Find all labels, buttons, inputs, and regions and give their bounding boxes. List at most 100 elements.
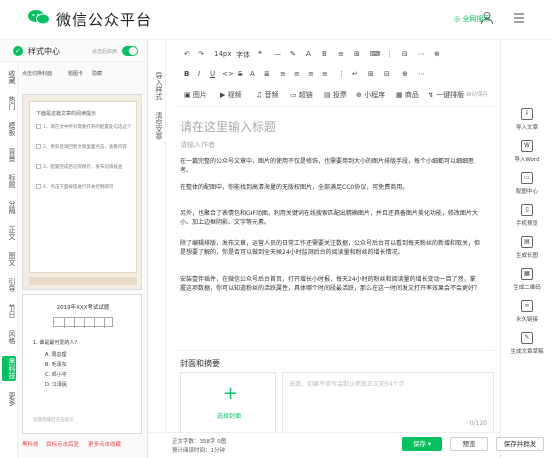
style-center-header: ✓ 样式中心 点击后启用 — [0, 40, 148, 62]
long-image-button[interactable]: ▤ 生成长图 — [501, 236, 552, 259]
tab-more[interactable]: 更多 — [2, 392, 16, 406]
quote-icon[interactable]: ❝ — [258, 50, 262, 58]
article-title-input[interactable]: 请在这里输入标题 — [180, 118, 276, 135]
line-height-icon[interactable]: ⋮ — [338, 70, 345, 78]
footer-link[interactable]: 目标点击后显 — [46, 440, 79, 448]
tab-holidays[interactable]: 节日 — [2, 304, 16, 318]
template-card-exam[interactable]: 2019年XXX考试试题 1. 谁是最可爱的人? A. 周总理 B. 毛泽东 C… — [22, 294, 142, 434]
author-input[interactable]: 请输入作者 — [180, 140, 215, 150]
user-icon[interactable] — [480, 11, 494, 25]
preview-button[interactable]: 预览 — [450, 437, 488, 451]
table-icon[interactable]: ⊞ — [354, 50, 360, 58]
permanent-link-button[interactable]: ∞ 永久链接 — [501, 300, 552, 323]
insert-video-button[interactable]: ▶ 视频 — [220, 90, 242, 100]
bold-style-icon[interactable]: B — [322, 50, 327, 58]
insert-product-button[interactable]: ▦ 商品 — [396, 90, 419, 100]
table-insert-icon[interactable]: ⊞ — [368, 70, 374, 78]
import-word-button[interactable]: W 导入Word — [501, 140, 552, 163]
insert-audio-button[interactable]: ♫ 音频 — [256, 90, 279, 100]
insert-vote-button[interactable]: ▤ 投票 — [324, 90, 347, 100]
body-paragraph[interactable]: 除了编辑排版，发布文章，运营人员的日常工作还需要关注数据，公众号后台可以看到每天… — [180, 240, 480, 257]
paragraph-icon[interactable]: ↵ — [352, 70, 358, 78]
tab-templates[interactable]: 模板 — [2, 122, 16, 136]
image-center-button[interactable]: ▭ 配图中心 — [501, 172, 552, 195]
insert-more-icon[interactable]: ⊕ — [402, 70, 408, 78]
tab-black-tech[interactable]: 黑科技 — [2, 356, 16, 381]
insert-image-button[interactable]: ▣ 图片 — [184, 90, 207, 100]
bold-icon[interactable]: B — [184, 70, 189, 78]
tab-titles[interactable]: 标题 — [2, 174, 16, 188]
enable-toggle[interactable] — [122, 46, 138, 56]
sub-tab-cover[interactable]: 点击切换封面 — [22, 70, 52, 77]
sub-tab-title-card[interactable]: 题图卡 — [68, 70, 83, 77]
clear-article-button[interactable]: 清空文章 — [151, 112, 163, 140]
tab-popular[interactable]: 热门 — [2, 96, 16, 110]
font-color-icon[interactable]: A — [306, 50, 311, 58]
tab-image-text[interactable]: 图文 — [2, 252, 16, 266]
body-paragraph[interactable]: 在一篇完整的公众号文章中，图片的使用不仅是修饰，也需要用到大小的图片排版手段，每… — [180, 158, 480, 175]
body-paragraph[interactable]: 安装壹伴插件，在微信公众号后台首页，打开增长小时报，每天24小时的粉丝和阅读量的… — [180, 276, 480, 293]
sub-tab-hide[interactable]: 隐藏 — [92, 70, 102, 77]
code-icon[interactable]: ⌨ — [370, 50, 380, 58]
tab-dividers[interactable]: 分隔 — [2, 200, 16, 214]
save-and-send-button[interactable]: 保存并群发 — [496, 437, 544, 451]
cover-section-title: 封面和摘要 — [180, 359, 220, 368]
tab-favorites[interactable]: 收藏 — [2, 70, 16, 84]
undo-icon[interactable]: ↶ — [184, 50, 190, 58]
mobile-preview-button[interactable]: ▯ 手机预览 — [501, 204, 552, 227]
template-item: 1、请在文中所有需要打开的配置处勾选这个 — [36, 124, 132, 131]
tab-body[interactable]: 正文 — [2, 226, 16, 240]
list-icon[interactable]: ⋮ — [386, 50, 393, 58]
tab-backgrounds[interactable]: 背景 — [2, 148, 16, 162]
align-icon[interactable]: ≡ — [338, 50, 344, 58]
tab-styles[interactable]: 风格 — [2, 330, 16, 344]
justify-icon[interactable]: ≡ — [322, 70, 328, 78]
more-icon[interactable]: ⋯ — [418, 50, 425, 58]
format-brush-icon[interactable]: ✎ — [290, 50, 296, 58]
font-size-select[interactable]: 14px — [214, 50, 232, 58]
insert-miniprogram-button[interactable]: ⊕ 小程序 — [356, 90, 385, 100]
tab-guide[interactable]: 引导 — [2, 278, 16, 292]
template-card-reading-tips[interactable]: 下面是这篇文章的阅读提示 1、请在文中所有需要打开的配置处勾选这个 2、更新后请… — [22, 94, 142, 290]
italic-icon[interactable]: I — [198, 70, 200, 78]
template-item: 4、点击下面按钮进行开关控制即可 — [36, 184, 132, 191]
insert-icon[interactable]: ⊕ — [434, 50, 440, 58]
footer-link[interactable]: 更多点击收藏 — [88, 440, 121, 448]
qrcode-icon: ▦ — [521, 268, 533, 280]
overflow-icon[interactable]: ⋯ — [418, 70, 425, 78]
autosave-status: 自动保存 — [466, 92, 489, 98]
align-right-icon[interactable]: ≡ — [308, 70, 314, 78]
wechat-logo-icon — [28, 10, 50, 25]
import-article-button[interactable]: ⇩ 导入文章 — [501, 108, 552, 131]
background-color-icon[interactable]: ≣ — [264, 70, 270, 78]
body-paragraph[interactable]: 在整体的配图中，你能找到高清海量的无版权图片，全部满足CC0协议，可免费商用。 — [180, 184, 480, 193]
menu-icon[interactable] — [512, 11, 526, 25]
body-paragraph[interactable]: 另外，也聚合了表情包和GIF动图，利用关键词在线搜索匹配出精确图片，并且还具备图… — [180, 210, 480, 227]
qrcode-button[interactable]: ▦ 生成二维码 — [501, 268, 552, 291]
code-inline-icon[interactable]: <> — [222, 70, 234, 78]
redo-icon[interactable]: ↷ — [198, 50, 204, 58]
one-click-layout-button[interactable]: ↯ 一键排版 — [428, 90, 464, 100]
summary-input[interactable]: 选填，如果不填写会默认抓取正文前54个字 0/120 — [282, 372, 494, 434]
article-draft-button[interactable]: ✎ 生成文章草稿 — [501, 332, 552, 355]
chevron-down-icon[interactable]: ▾ — [428, 440, 431, 448]
underline-icon[interactable]: U — [210, 70, 215, 78]
text-color-icon[interactable]: A — [250, 70, 255, 78]
align-center-icon[interactable]: ≡ — [294, 70, 300, 78]
spacing-icon[interactable]: ⊟ — [384, 70, 390, 78]
strikethrough-icon[interactable]: S — [238, 70, 242, 78]
tools-panel: ⇩ 导入文章 W 导入Word ▭ 配图中心 ▯ 手机预览 ▤ 生成长图 ▦ 生成二维码 ∞… — [500, 40, 552, 458]
exam-option: A. 周总理 — [45, 352, 67, 358]
exam-title: 2019年XXX考试试题 — [56, 305, 110, 311]
summary-placeholder: 选填，如果不填写会默认抓取正文前54个字 — [289, 381, 405, 388]
import-style-button[interactable]: 导入样式 — [151, 72, 163, 100]
indent-icon[interactable]: ⊟ — [402, 50, 408, 58]
font-family-select[interactable]: 字体 — [236, 50, 250, 60]
divider-icon[interactable]: — — [274, 50, 281, 58]
select-cover-button[interactable]: + 选择封面 — [180, 372, 276, 434]
align-left-icon[interactable]: ≡ — [280, 70, 286, 78]
save-button[interactable]: 保存 ▾ — [402, 437, 442, 451]
footer-link[interactable]: 黑科技 — [22, 440, 39, 448]
answer-grid — [53, 317, 113, 328]
insert-link-button[interactable]: ▭ 超链 — [290, 90, 313, 100]
